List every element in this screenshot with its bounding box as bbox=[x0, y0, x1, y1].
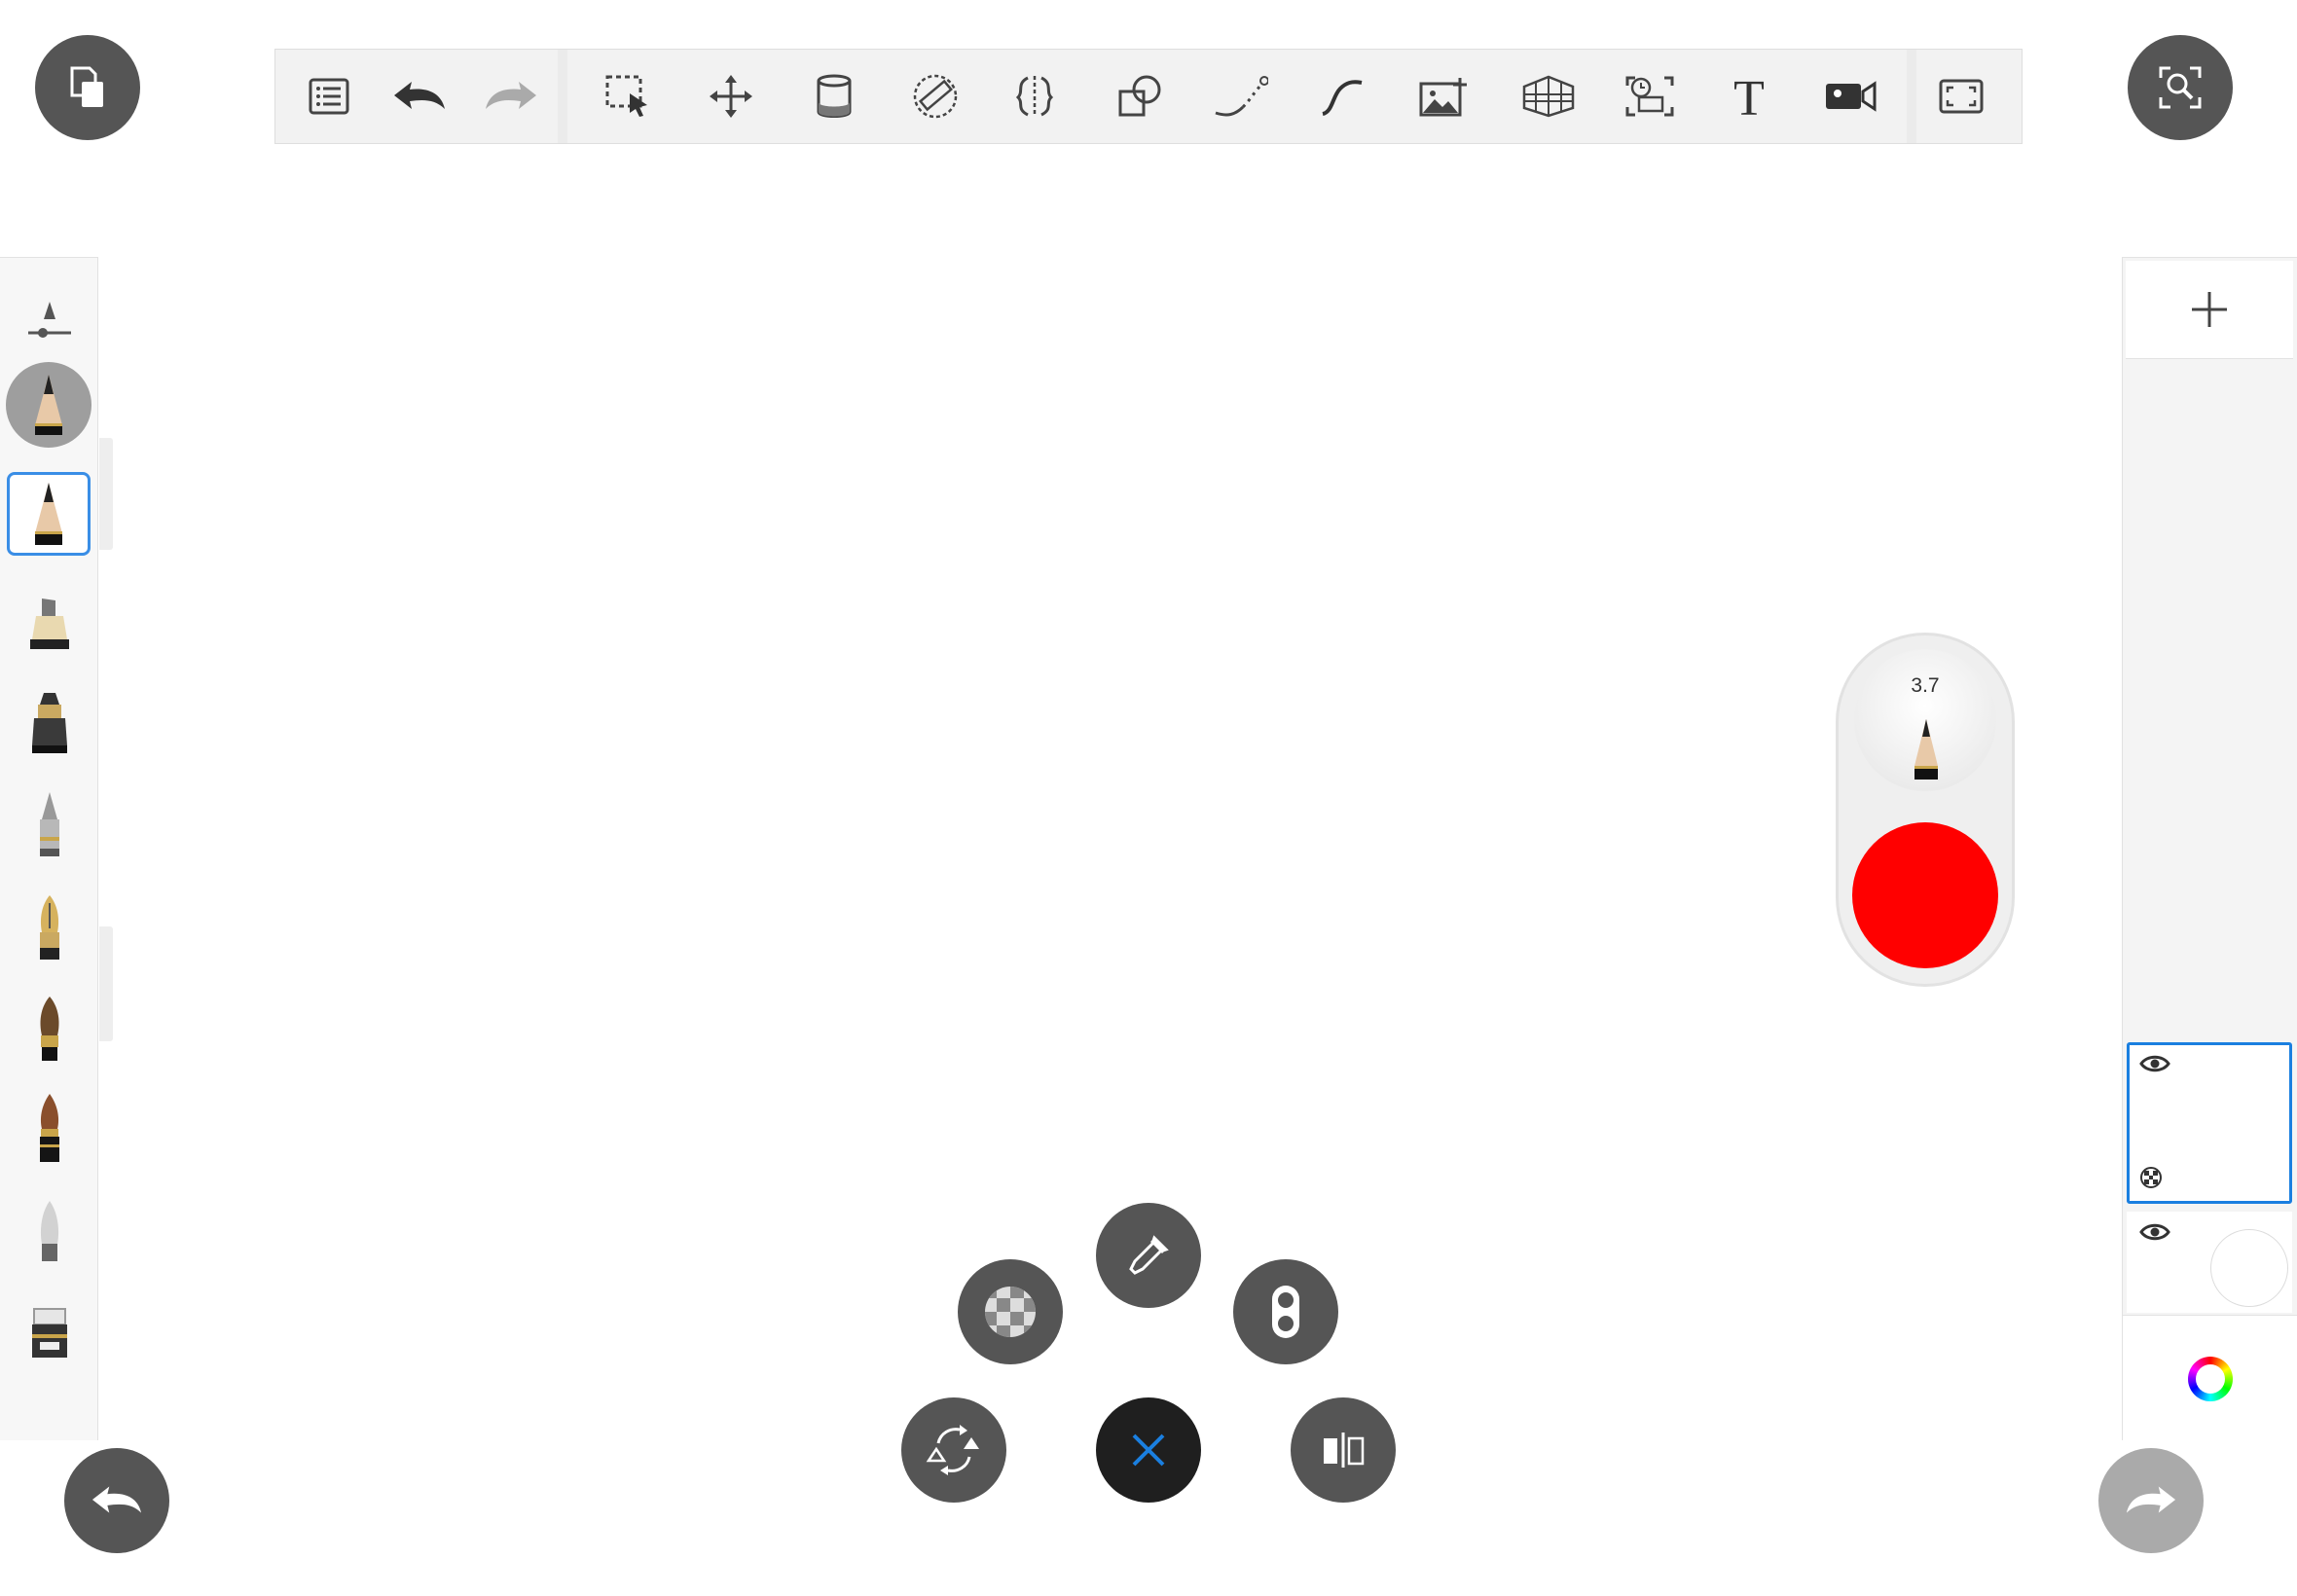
toggle-button[interactable] bbox=[1233, 1259, 1338, 1364]
svg-text:T: T bbox=[1733, 74, 1765, 119]
brush-eraser[interactable] bbox=[10, 1293, 90, 1375]
documents-icon bbox=[70, 66, 103, 107]
redo-icon bbox=[2126, 1486, 2176, 1513]
mirror-icon bbox=[1324, 1433, 1365, 1468]
brush-panel-scroll-tab[interactable] bbox=[99, 926, 113, 1041]
brush-watercolor[interactable] bbox=[10, 1087, 90, 1169]
zoom-search-icon bbox=[2159, 66, 2202, 109]
transform-tool[interactable] bbox=[704, 69, 758, 124]
redo-icon bbox=[486, 82, 536, 109]
airbrush-icon bbox=[40, 1201, 59, 1261]
color-wheel-icon bbox=[2188, 1357, 2233, 1401]
layer-item-background[interactable] bbox=[2127, 1212, 2292, 1313]
paintbrush-icon bbox=[40, 997, 59, 1061]
bottom-redo-button[interactable] bbox=[2098, 1448, 2204, 1553]
curve-icon bbox=[1322, 80, 1363, 116]
brush-puck[interactable]: 3.7 bbox=[1836, 633, 2015, 987]
shape-tool[interactable] bbox=[1112, 69, 1167, 124]
background-color-swatch[interactable] bbox=[2210, 1229, 2288, 1307]
rotate-arrows-icon bbox=[926, 1425, 979, 1475]
stroke-style-tool[interactable] bbox=[1214, 69, 1268, 124]
perspective-grid-icon bbox=[1522, 75, 1575, 118]
flip-button[interactable] bbox=[901, 1397, 1006, 1503]
eraser-icon bbox=[32, 1308, 67, 1358]
eyedropper-button[interactable] bbox=[1096, 1203, 1201, 1308]
undo-button[interactable] bbox=[392, 69, 447, 124]
brush-properties-icon bbox=[28, 302, 71, 338]
fill-tool[interactable] bbox=[807, 69, 861, 124]
current-brush-indicator[interactable] bbox=[6, 362, 91, 448]
layer-item-selected[interactable] bbox=[2127, 1042, 2292, 1204]
close-icon bbox=[1132, 1433, 1165, 1467]
ink-pen-icon bbox=[32, 693, 67, 753]
brush-ink-pen[interactable] bbox=[10, 682, 90, 764]
bottom-undo-button[interactable] bbox=[64, 1448, 169, 1553]
visibility-eye-icon[interactable] bbox=[2139, 1221, 2170, 1243]
selection-icon bbox=[605, 75, 647, 117]
transparency-lock-button[interactable] bbox=[958, 1259, 1063, 1364]
zoom-button[interactable] bbox=[2128, 35, 2233, 140]
layers-panel bbox=[2122, 257, 2297, 1442]
mirror-button[interactable] bbox=[1291, 1397, 1396, 1503]
fountain-pen-icon bbox=[40, 895, 59, 960]
selection-tool[interactable] bbox=[601, 69, 655, 124]
add-image-tool[interactable] bbox=[1416, 69, 1471, 124]
ruler-tool[interactable] bbox=[908, 69, 963, 124]
blend-mode-icon[interactable] bbox=[2139, 1166, 2163, 1189]
pencil-icon bbox=[1914, 719, 1938, 780]
undo-icon bbox=[91, 1486, 142, 1513]
brush-color-swatch[interactable] bbox=[1852, 822, 1998, 968]
watercolor-brush-icon bbox=[40, 1094, 59, 1162]
close-radial-menu-button[interactable] bbox=[1096, 1397, 1201, 1503]
brush-size-value: 3.7 bbox=[1911, 674, 1940, 697]
redo-button[interactable] bbox=[484, 69, 538, 124]
ballpoint-icon bbox=[40, 792, 59, 856]
ruler-icon bbox=[913, 74, 958, 119]
shape-icon bbox=[1118, 75, 1161, 117]
fullscreen-button[interactable] bbox=[1934, 69, 1988, 124]
fullscreen-icon bbox=[1939, 79, 1984, 114]
text-tool[interactable]: T bbox=[1722, 69, 1776, 124]
fill-bucket-icon bbox=[817, 74, 852, 118]
brush-fountain-pen[interactable] bbox=[10, 887, 90, 968]
add-layer-button[interactable] bbox=[2126, 261, 2293, 359]
record-tool[interactable] bbox=[1823, 69, 1878, 124]
add-image-icon bbox=[1419, 78, 1467, 117]
symmetry-tool[interactable] bbox=[1007, 69, 1062, 124]
brush-size-control[interactable]: 3.7 bbox=[1854, 649, 1996, 791]
transparency-checker-icon bbox=[985, 1287, 1036, 1337]
dotted-stroke-icon bbox=[1215, 76, 1268, 117]
transform-icon bbox=[710, 75, 752, 118]
brush-ballpoint[interactable] bbox=[10, 783, 90, 865]
brush-marker[interactable] bbox=[10, 583, 90, 665]
visibility-eye-icon[interactable] bbox=[2139, 1053, 2170, 1074]
brush-airbrush[interactable] bbox=[10, 1190, 90, 1272]
pencil-icon bbox=[35, 483, 62, 545]
marker-icon bbox=[30, 598, 69, 649]
brush-panel-scroll-tab[interactable] bbox=[99, 438, 113, 550]
pencil-icon bbox=[35, 375, 62, 435]
brush-library-panel bbox=[0, 257, 98, 1440]
menu-list-button[interactable] bbox=[302, 69, 356, 124]
eyedropper-icon bbox=[1129, 1235, 1169, 1275]
curve-tool[interactable] bbox=[1315, 69, 1369, 124]
color-editor-button[interactable] bbox=[2123, 1315, 2297, 1442]
gallery-button[interactable] bbox=[35, 35, 140, 140]
list-icon bbox=[309, 78, 349, 115]
timelapse-tool[interactable] bbox=[1622, 69, 1677, 124]
main-toolbar: T bbox=[274, 49, 2023, 144]
plus-icon bbox=[2192, 292, 2227, 327]
brush-pencil[interactable] bbox=[7, 472, 91, 556]
perspective-tool[interactable] bbox=[1521, 69, 1576, 124]
brush-properties-button[interactable] bbox=[10, 277, 90, 359]
symmetry-icon bbox=[1015, 76, 1054, 117]
brush-paintbrush[interactable] bbox=[10, 988, 90, 1070]
video-icon bbox=[1826, 81, 1877, 112]
undo-icon bbox=[394, 82, 445, 109]
text-icon: T bbox=[1733, 74, 1765, 119]
toggle-icon bbox=[1272, 1286, 1299, 1338]
timelapse-icon bbox=[1625, 76, 1674, 117]
